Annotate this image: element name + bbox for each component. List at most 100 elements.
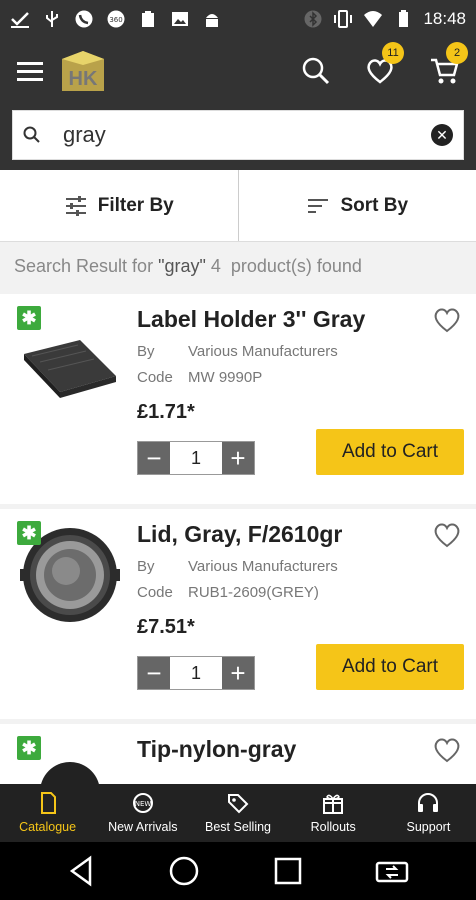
search-icon [23, 126, 40, 143]
result-count: 4 product(s) found [205, 256, 362, 276]
back-icon[interactable] [66, 854, 96, 888]
clock: 18:48 [423, 9, 466, 28]
status-bar: 360 18:48 [0, 0, 476, 38]
nav-new-arrivals[interactable]: NEW New Arrivals [95, 784, 190, 842]
wifi-icon [364, 11, 383, 27]
gift-icon [323, 794, 344, 814]
code-value: RUB1-2609(GREY) [188, 584, 319, 601]
nav-support[interactable]: Support [381, 784, 476, 842]
nav-label: Rollouts [310, 820, 356, 834]
by-label: By [137, 558, 155, 575]
minus-icon: − [146, 657, 162, 688]
bluetooth-icon [304, 10, 322, 28]
product-card[interactable]: ✱ Lid, Gray, F/2610gr By Various Manufac… [0, 509, 476, 719]
new-product-badge: ✱ [17, 736, 41, 760]
new-product-badge: ✱ [17, 306, 41, 330]
by-label: By [137, 343, 155, 360]
close-icon: ✕ [436, 126, 448, 143]
sort-icon [308, 198, 329, 213]
search-result-summary: Search Result for "gray" 4 product(s) fo… [14, 256, 362, 277]
app-bar: HK 11 2 [0, 38, 476, 104]
add-to-cart-button[interactable]: Add to Cart [316, 644, 464, 690]
code-value: MW 9990P [188, 369, 263, 386]
manufacturer-value: Various Manufacturers [188, 558, 338, 575]
phone-icon [75, 10, 93, 28]
add-to-cart-button[interactable]: Add to Cart [316, 429, 464, 475]
plus-icon: + [230, 442, 246, 473]
manufacturer-row: By Various Manufacturers [137, 343, 338, 360]
result-prefix: Search Result for [14, 256, 159, 276]
search-area: gray ✕ [0, 104, 476, 170]
nav-rollouts[interactable]: Rollouts [286, 784, 381, 842]
hamburger-icon [17, 62, 43, 81]
tag-icon [228, 794, 249, 814]
code-label: Code [137, 584, 173, 601]
new-icon: NEW [132, 793, 153, 813]
decrement-button[interactable]: − [138, 657, 170, 689]
search-button[interactable] [284, 38, 348, 104]
manufacturer-row: By Various Manufacturers [137, 558, 338, 575]
nav-best-selling[interactable]: Best Selling [190, 784, 285, 842]
wishlist-count-badge: 11 [382, 42, 404, 64]
product-title[interactable]: Tip-nylon-gray [137, 736, 296, 763]
nav-label: Catalogue [19, 820, 77, 834]
nav-catalogue[interactable]: Catalogue [0, 784, 95, 842]
new-product-badge: ✱ [17, 521, 41, 545]
search-box[interactable]: gray ✕ [12, 110, 464, 160]
quantity-stepper: − 1 + [137, 441, 255, 475]
product-card[interactable]: ✱ Tip-nylon-gray [0, 724, 476, 784]
sort-button[interactable]: Sort By [239, 170, 476, 241]
filter-label: Filter By [97, 194, 174, 216]
increment-button[interactable]: + [222, 657, 254, 689]
catalogue-icon [40, 792, 56, 814]
sort-label: Sort By [340, 194, 409, 216]
code-row: Code RUB1-2609(GREY) [137, 584, 319, 601]
svg-text:NEW: NEW [135, 800, 152, 808]
search-icon [302, 57, 330, 85]
increment-button[interactable]: + [222, 442, 254, 474]
product-title[interactable]: Label Holder 3'' Gray [137, 306, 365, 333]
menu-button[interactable] [0, 38, 60, 104]
bottom-navigation: Catalogue NEW New Arrivals Best Selling … [0, 784, 476, 842]
clear-search-button[interactable]: ✕ [431, 124, 453, 146]
quantity-value[interactable]: 1 [170, 657, 222, 689]
quantity-stepper: − 1 + [137, 656, 255, 690]
cart-button[interactable]: 2 [412, 38, 476, 104]
code-row: Code MW 9990P [137, 369, 262, 386]
code-label: Code [137, 369, 173, 386]
product-title[interactable]: Lid, Gray, F/2610gr [137, 521, 342, 548]
result-query: "gray" [158, 256, 206, 276]
clipboard-icon [142, 11, 154, 27]
headset-icon [418, 793, 439, 812]
system-status: 18:48 [303, 9, 466, 29]
svg-text:HK: HK [69, 68, 98, 90]
decrement-button[interactable]: − [138, 442, 170, 474]
battery-icon [399, 10, 409, 27]
quantity-value[interactable]: 1 [170, 442, 222, 474]
nav-label: Best Selling [205, 820, 272, 834]
product-price: £7.51* [137, 616, 195, 638]
check-icon [11, 12, 29, 28]
manufacturer-value: Various Manufacturers [188, 343, 338, 360]
heart-outline-icon[interactable] [432, 736, 462, 764]
wishlist-button[interactable]: 11 [348, 38, 412, 104]
product-price: £1.71* [137, 401, 195, 423]
recents-icon[interactable] [273, 856, 303, 886]
home-icon[interactable] [167, 854, 201, 888]
search-input[interactable]: gray [63, 122, 431, 148]
app-logo[interactable]: HK [60, 49, 106, 93]
nav-label: New Arrivals [108, 820, 178, 834]
cart-count-badge: 2 [446, 42, 468, 64]
sliders-icon [65, 195, 86, 216]
svg-text:360: 360 [109, 16, 122, 24]
heart-outline-icon[interactable] [432, 521, 462, 549]
heart-outline-icon[interactable] [432, 306, 462, 334]
app-badge-icon: 360 [107, 10, 125, 28]
product-card[interactable]: ✱ Label Holder 3'' Gray By Various Manuf… [0, 294, 476, 504]
filter-button[interactable]: Filter By [0, 170, 238, 241]
screen-switch-icon[interactable] [374, 856, 410, 886]
usb-icon [46, 11, 58, 27]
system-navigation-bar [0, 842, 476, 900]
vibrate-icon [334, 10, 353, 28]
star-icon: ✱ [21, 522, 37, 543]
